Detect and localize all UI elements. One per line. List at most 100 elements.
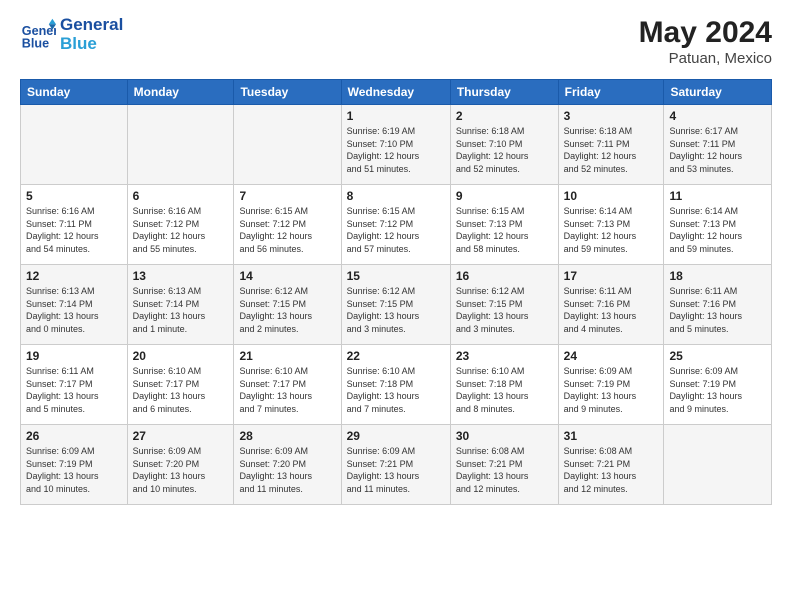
day-cell-9: 9Sunrise: 6:15 AM Sunset: 7:13 PM Daylig… — [450, 185, 558, 265]
day-info-2: Sunrise: 6:18 AM Sunset: 7:10 PM Dayligh… — [456, 125, 553, 175]
day-info-6: Sunrise: 6:16 AM Sunset: 7:12 PM Dayligh… — [133, 205, 229, 255]
day-info-22: Sunrise: 6:10 AM Sunset: 7:18 PM Dayligh… — [347, 365, 445, 415]
day-cell-27: 27Sunrise: 6:09 AM Sunset: 7:20 PM Dayli… — [127, 425, 234, 505]
day-number-6: 6 — [133, 189, 229, 203]
day-info-31: Sunrise: 6:08 AM Sunset: 7:21 PM Dayligh… — [564, 445, 659, 495]
empty-cell-w0-d0 — [21, 105, 128, 185]
day-info-23: Sunrise: 6:10 AM Sunset: 7:18 PM Dayligh… — [456, 365, 553, 415]
day-info-8: Sunrise: 6:15 AM Sunset: 7:12 PM Dayligh… — [347, 205, 445, 255]
day-number-24: 24 — [564, 349, 659, 363]
day-info-19: Sunrise: 6:11 AM Sunset: 7:17 PM Dayligh… — [26, 365, 122, 415]
logo-icon: General Blue — [20, 17, 56, 53]
week-row-5: 26 Sunrise: 6:09 AM Sunset: 7:19 PM Dayli… — [21, 425, 772, 505]
week-row-1: 1Sunrise: 6:19 AM Sunset: 7:10 PM Daylig… — [21, 105, 772, 185]
day-cell-7: 7Sunrise: 6:15 AM Sunset: 7:12 PM Daylig… — [234, 185, 341, 265]
day-number-30: 30 — [456, 429, 553, 443]
logo-line1: General — [60, 16, 123, 35]
day-cell-14: 14Sunrise: 6:12 AM Sunset: 7:15 PM Dayli… — [234, 265, 341, 345]
day-cell-11: 11 Sunrise: 6:14 AM Sunset: 7:13 PM Dayli… — [664, 185, 772, 265]
calendar-table: SundayMondayTuesdayWednesdayThursdayFrid… — [20, 79, 772, 505]
day-info-25: Sunrise: 6:09 AM Sunset: 7:19 PM Dayligh… — [669, 365, 766, 415]
day-info-11: Sunrise: 6:14 AM Sunset: 7:13 PM Dayligh… — [669, 205, 766, 255]
day-number-16: 16 — [456, 269, 553, 283]
day-cell-29: 29 Sunrise: 6:09 AM Sunset: 7:21 PM Dayli… — [341, 425, 450, 505]
day-number-18: 18 — [669, 269, 766, 283]
location: Patuan, Mexico — [639, 50, 772, 67]
logo-wordmark: General Blue — [60, 16, 123, 53]
day-info-1: Sunrise: 6:19 AM Sunset: 7:10 PM Dayligh… — [347, 125, 445, 175]
day-info-28: Sunrise: 6:09 AM Sunset: 7:20 PM Dayligh… — [239, 445, 335, 495]
day-info-16: Sunrise: 6:12 AM Sunset: 7:15 PM Dayligh… — [456, 285, 553, 335]
day-cell-21: 21 Sunrise: 6:10 AM Sunset: 7:17 PM Dayli… — [234, 345, 341, 425]
day-info-7: Sunrise: 6:15 AM Sunset: 7:12 PM Dayligh… — [239, 205, 335, 255]
day-cell-15: 15Sunrise: 6:12 AM Sunset: 7:15 PM Dayli… — [341, 265, 450, 345]
day-cell-8: 8Sunrise: 6:15 AM Sunset: 7:12 PM Daylig… — [341, 185, 450, 265]
day-cell-24: 24Sunrise: 6:09 AM Sunset: 7:19 PM Dayli… — [558, 345, 664, 425]
day-info-27: Sunrise: 6:09 AM Sunset: 7:20 PM Dayligh… — [133, 445, 229, 495]
day-number-20: 20 — [133, 349, 229, 363]
day-info-26: Sunrise: 6:09 AM Sunset: 7:19 PM Dayligh… — [26, 445, 122, 495]
day-cell-28: 28Sunrise: 6:09 AM Sunset: 7:20 PM Dayli… — [234, 425, 341, 505]
calendar-body: 1Sunrise: 6:19 AM Sunset: 7:10 PM Daylig… — [21, 105, 772, 505]
day-info-21: Sunrise: 6:10 AM Sunset: 7:17 PM Dayligh… — [239, 365, 335, 415]
day-number-17: 17 — [564, 269, 659, 283]
day-cell-31: 31 Sunrise: 6:08 AM Sunset: 7:21 PM Dayli… — [558, 425, 664, 505]
day-number-3: 3 — [564, 109, 659, 123]
day-number-25: 25 — [669, 349, 766, 363]
day-number-26: 26 — [26, 429, 122, 443]
day-number-22: 22 — [347, 349, 445, 363]
svg-text:Blue: Blue — [22, 36, 49, 50]
day-number-15: 15 — [347, 269, 445, 283]
day-info-10: Sunrise: 6:14 AM Sunset: 7:13 PM Dayligh… — [564, 205, 659, 255]
day-number-10: 10 — [564, 189, 659, 203]
day-number-29: 29 — [347, 429, 445, 443]
day-number-2: 2 — [456, 109, 553, 123]
day-cell-6: 6 Sunrise: 6:16 AM Sunset: 7:12 PM Daylig… — [127, 185, 234, 265]
day-number-19: 19 — [26, 349, 122, 363]
title-block: May 2024 Patuan, Mexico — [639, 16, 772, 67]
day-cell-18: 18 Sunrise: 6:11 AM Sunset: 7:16 PM Dayli… — [664, 265, 772, 345]
day-cell-20: 20 Sunrise: 6:10 AM Sunset: 7:17 PM Dayli… — [127, 345, 234, 425]
day-number-21: 21 — [239, 349, 335, 363]
day-info-13: Sunrise: 6:13 AM Sunset: 7:14 PM Dayligh… — [133, 285, 229, 335]
header-friday: Friday — [558, 80, 664, 105]
month-year: May 2024 — [639, 16, 772, 50]
day-number-4: 4 — [669, 109, 766, 123]
header-monday: Monday — [127, 80, 234, 105]
day-cell-19: 19 Sunrise: 6:11 AM Sunset: 7:17 PM Dayli… — [21, 345, 128, 425]
day-number-9: 9 — [456, 189, 553, 203]
day-cell-2: 2 Sunrise: 6:18 AM Sunset: 7:10 PM Daylig… — [450, 105, 558, 185]
day-cell-16: 16 Sunrise: 6:12 AM Sunset: 7:15 PM Dayli… — [450, 265, 558, 345]
empty-cell-w0-d1 — [127, 105, 234, 185]
day-info-20: Sunrise: 6:10 AM Sunset: 7:17 PM Dayligh… — [133, 365, 229, 415]
day-cell-22: 22 Sunrise: 6:10 AM Sunset: 7:18 PM Dayli… — [341, 345, 450, 425]
empty-cell-w0-d2 — [234, 105, 341, 185]
day-number-5: 5 — [26, 189, 122, 203]
logo-line2: Blue — [60, 35, 123, 54]
day-number-31: 31 — [564, 429, 659, 443]
day-cell-26: 26 Sunrise: 6:09 AM Sunset: 7:19 PM Dayli… — [21, 425, 128, 505]
empty-cell-w4-d6 — [664, 425, 772, 505]
day-info-29: Sunrise: 6:09 AM Sunset: 7:21 PM Dayligh… — [347, 445, 445, 495]
day-cell-17: 17Sunrise: 6:11 AM Sunset: 7:16 PM Dayli… — [558, 265, 664, 345]
day-info-3: Sunrise: 6:18 AM Sunset: 7:11 PM Dayligh… — [564, 125, 659, 175]
logo: General Blue General Blue — [20, 16, 123, 53]
calendar-page: General Blue General Blue May 2024 Patua… — [0, 0, 792, 612]
header: General Blue General Blue May 2024 Patua… — [20, 16, 772, 67]
day-cell-5: 5 Sunrise: 6:16 AM Sunset: 7:11 PM Daylig… — [21, 185, 128, 265]
day-cell-13: 13Sunrise: 6:13 AM Sunset: 7:14 PM Dayli… — [127, 265, 234, 345]
day-info-4: Sunrise: 6:17 AM Sunset: 7:11 PM Dayligh… — [669, 125, 766, 175]
day-cell-30: 30 Sunrise: 6:08 AM Sunset: 7:21 PM Dayli… — [450, 425, 558, 505]
day-info-30: Sunrise: 6:08 AM Sunset: 7:21 PM Dayligh… — [456, 445, 553, 495]
day-cell-25: 25 Sunrise: 6:09 AM Sunset: 7:19 PM Dayli… — [664, 345, 772, 425]
header-saturday: Saturday — [664, 80, 772, 105]
day-number-11: 11 — [669, 189, 766, 203]
day-cell-10: 10 Sunrise: 6:14 AM Sunset: 7:13 PM Dayli… — [558, 185, 664, 265]
day-cell-12: 12Sunrise: 6:13 AM Sunset: 7:14 PM Dayli… — [21, 265, 128, 345]
day-info-5: Sunrise: 6:16 AM Sunset: 7:11 PM Dayligh… — [26, 205, 122, 255]
day-info-18: Sunrise: 6:11 AM Sunset: 7:16 PM Dayligh… — [669, 285, 766, 335]
week-row-4: 19 Sunrise: 6:11 AM Sunset: 7:17 PM Dayli… — [21, 345, 772, 425]
day-number-23: 23 — [456, 349, 553, 363]
week-row-2: 5 Sunrise: 6:16 AM Sunset: 7:11 PM Daylig… — [21, 185, 772, 265]
header-tuesday: Tuesday — [234, 80, 341, 105]
